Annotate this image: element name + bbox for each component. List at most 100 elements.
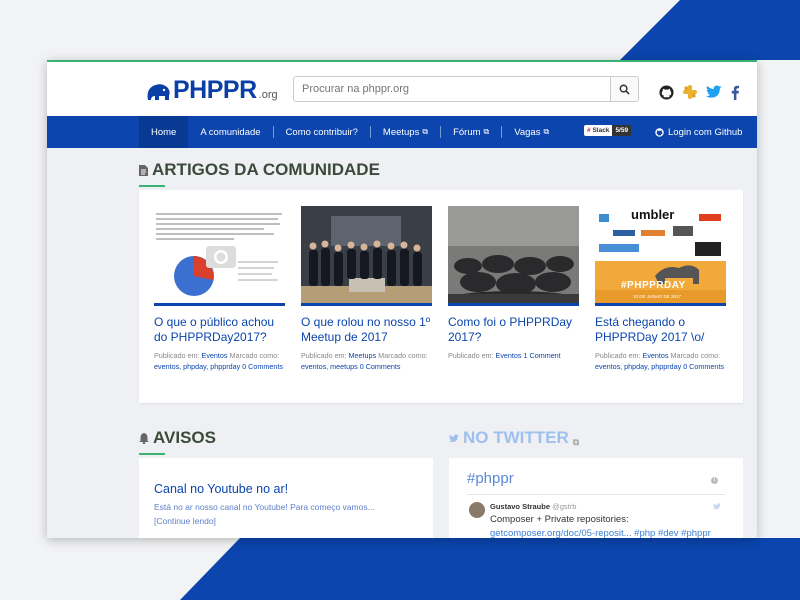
meta-published-label: Publicado em: (154, 351, 200, 360)
tweet-avatar[interactable] (469, 502, 485, 518)
article-thumbnail[interactable] (448, 206, 579, 306)
article-comments-link[interactable]: 0 Comments (683, 362, 724, 371)
slack-icon[interactable] (682, 84, 698, 100)
article-comments-link[interactable]: 1 Comment (524, 351, 561, 360)
slack-badge[interactable]: # Slack 5/59 (584, 125, 632, 136)
article-card[interactable]: Como foi o PHPPRDay 2017? Publicado em: … (448, 206, 579, 361)
notice-title[interactable]: Canal no Youtube no ar! (154, 482, 288, 496)
twitter-panel: #phppr i Gustavo Straube @gstrb Composer… (449, 458, 743, 538)
article-meta: Publicado em: Eventos 1 Comment (448, 350, 579, 361)
section-title-artigos: ARTIGOS DA COMUNIDADE (139, 160, 380, 187)
meta-tagged-label: Marcado como: (229, 351, 280, 360)
main-nav: Home A comunidade Como contribuir? Meetu… (47, 116, 757, 148)
external-link-icon[interactable]: ⧉ (573, 437, 579, 448)
poster-brand-text: umbler (631, 207, 675, 222)
slack-badge-count: 5/59 (612, 125, 632, 136)
article-thumbnail[interactable] (301, 206, 432, 306)
poster-hashtag-text: #PHPPRDAY (621, 280, 686, 291)
section-title-text: AVISOS (153, 428, 216, 447)
github-login-label: Login com Github (668, 126, 743, 138)
articles-panel: O que o público achou do PHPPRDay2017? P… (139, 190, 743, 403)
logo-suffix: .org (258, 89, 278, 101)
nav-vagas-label: Vagas (514, 126, 541, 138)
github-icon (655, 127, 664, 137)
article-title[interactable]: O que rolou no nosso 1º Meetup de 2017 (301, 315, 432, 345)
article-tags-link[interactable]: eventos, phpday, phpprday (595, 362, 681, 371)
section-title-text: NO TWITTER (463, 428, 569, 447)
tweet-author[interactable]: Gustavo Straube @gstrb (490, 502, 576, 511)
github-icon[interactable] (659, 84, 674, 100)
social-links (659, 84, 740, 100)
external-link-icon: ⧉ (422, 127, 429, 136)
twitter-icon[interactable] (706, 85, 722, 99)
title-underline (139, 453, 165, 455)
meta-published-label: Publicado em: (301, 351, 347, 360)
article-tags-link[interactable]: eventos, phpday, phpprday (154, 362, 240, 371)
audience-photo (448, 206, 579, 303)
document-icon (139, 164, 148, 176)
nav-como-contribuir[interactable]: Como contribuir? (274, 116, 370, 148)
nav-a-comunidade[interactable]: A comunidade (188, 116, 272, 148)
tweet-url-link[interactable]: getcomposer.org/doc/05-reposit... (490, 528, 632, 538)
article-thumbnail[interactable] (154, 206, 285, 306)
nav-vagas[interactable]: Vagas ⧉ (502, 116, 561, 148)
site-logo[interactable]: PHPPR .org (145, 76, 278, 104)
nav-home[interactable]: Home (139, 116, 189, 148)
section-title-twitter: NO TWITTER ⧉ (449, 428, 579, 448)
twitter-hashtag-title[interactable]: #phppr (467, 470, 514, 487)
nav-forum[interactable]: Fórum ⧉ (441, 116, 501, 148)
browser-window: PHPPR .org Procurar na phppr.org Home A … (47, 60, 757, 538)
article-card[interactable]: umbler #PHPPRDAY 10 DE JUNHO DE 2017 Est… (595, 206, 726, 372)
external-link-icon: ⧉ (543, 127, 550, 136)
meta-published-label: Publicado em: (595, 351, 641, 360)
info-icon[interactable]: i (711, 477, 718, 484)
article-category-link[interactable]: Meetups (349, 351, 377, 360)
section-title-avisos: AVISOS (139, 428, 216, 455)
article-meta: Publicado em: Eventos Marcado como: even… (595, 350, 726, 372)
github-login-link[interactable]: Login com Github (655, 116, 742, 148)
tweet-text: Composer + Private repositories: (490, 514, 629, 525)
article-category-link[interactable]: Eventos (643, 351, 669, 360)
meta-published-label: Publicado em: (448, 351, 494, 360)
article-meta: Publicado em: Meetups Marcado como: even… (301, 350, 432, 372)
article-meta: Publicado em: Eventos Marcado como: even… (154, 350, 285, 372)
search-icon (619, 84, 630, 95)
tweet-hashtags[interactable]: #php #dev #phppr (634, 528, 711, 538)
twitter-icon (449, 433, 459, 442)
meta-tagged-label: Marcado como: (378, 351, 428, 360)
search-button[interactable] (610, 77, 638, 101)
nav-a-comunidade-label: A comunidade (200, 126, 261, 138)
nav-como-contribuir-label: Como contribuir? (285, 126, 358, 138)
continue-reading-link[interactable]: [Continue lendo] (154, 516, 216, 526)
nav-meetups[interactable]: Meetups ⧉ (371, 116, 440, 148)
facebook-icon[interactable] (730, 85, 740, 100)
nav-meetups-label: Meetups (382, 126, 420, 138)
article-category-link[interactable]: Eventos (202, 351, 228, 360)
article-title[interactable]: Como foi o PHPPRDay 2017? (448, 315, 579, 345)
search-input[interactable] (294, 77, 610, 101)
article-comments-link[interactable]: 0 Comments (242, 362, 283, 371)
elephant-logo-icon (147, 84, 170, 100)
notice-excerpt: Está no ar nosso canal no Youtube! Para … (154, 502, 375, 512)
section-title-text: ARTIGOS DA COMUNIDADE (152, 160, 380, 179)
avisos-panel: Canal no Youtube no ar! Está no ar nosso… (139, 458, 433, 538)
article-tags-link[interactable]: eventos, meetups (301, 362, 358, 371)
search-bar (293, 76, 639, 102)
nav-forum-label: Fórum (453, 126, 481, 138)
article-comments-link[interactable]: 0 Comments (360, 362, 401, 371)
tweet-links: getcomposer.org/doc/05-reposit... #php #… (490, 528, 711, 538)
logo-text: PHPPR (173, 76, 257, 104)
article-card[interactable]: O que o público achou do PHPPRDay2017? P… (154, 206, 285, 372)
article-category-link[interactable]: Eventos (496, 351, 522, 360)
article-title[interactable]: O que o público achou do PHPPRDay2017? (154, 315, 285, 345)
external-link-icon: ⧉ (483, 127, 490, 136)
bell-icon (139, 432, 149, 444)
article-card[interactable]: O que rolou no nosso 1º Meetup de 2017 P… (301, 206, 432, 372)
nav-home-label: Home (151, 126, 177, 138)
slack-small-icon: # (587, 127, 591, 134)
poster-date-text: 10 DE JUNHO DE 2017 (633, 294, 682, 299)
article-title[interactable]: Está chegando o PHPPRDay 2017 \o/ (595, 315, 726, 345)
article-thumbnail[interactable]: umbler #PHPPRDAY 10 DE JUNHO DE 2017 (595, 206, 726, 306)
twitter-icon[interactable] (713, 503, 721, 510)
meetup-group-photo (301, 206, 432, 303)
